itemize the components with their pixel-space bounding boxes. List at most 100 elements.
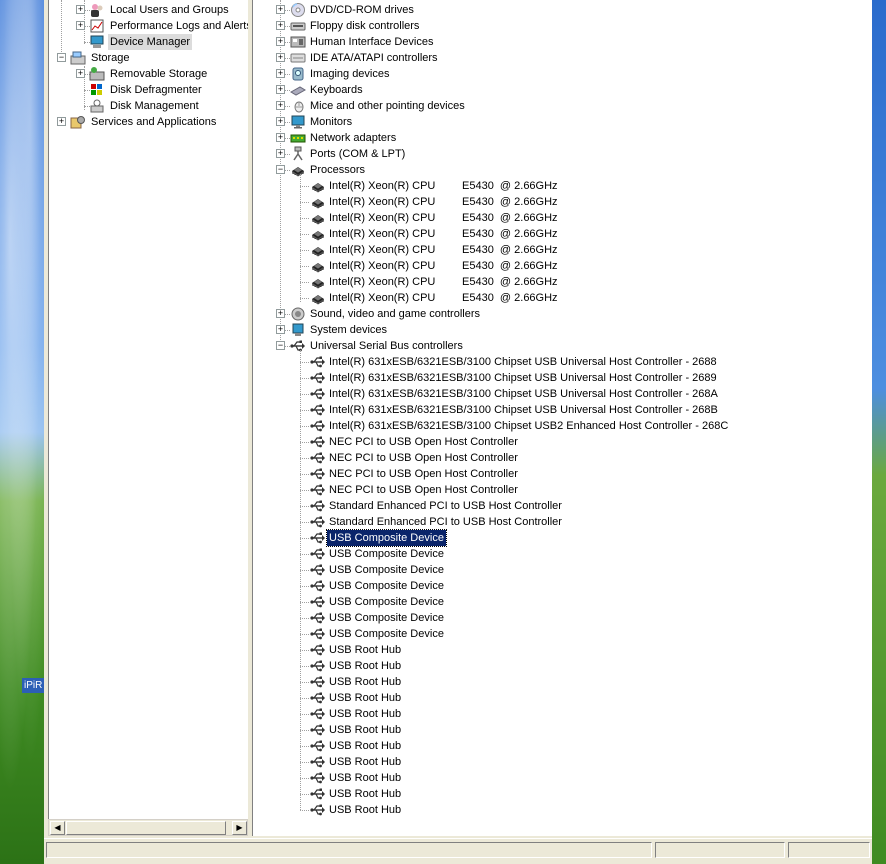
console-tree-item-disk-management[interactable]: Disk Management — [49, 98, 248, 114]
expand-plus-icon[interactable]: + — [276, 149, 285, 158]
console-tree-item-device-manager[interactable]: Device Manager — [49, 34, 248, 50]
processor-item[interactable]: Intel(R) Xeon(R) CPU E5430 @ 2.66GHz — [253, 194, 872, 210]
horizontal-scrollbar[interactable]: ◀ ▶ — [48, 819, 248, 836]
collapse-minus-icon[interactable]: − — [57, 53, 66, 62]
device-category-universal-serial-bus-controllers[interactable]: − Universal Serial Bus controllers — [253, 338, 872, 354]
expand-plus-icon[interactable]: + — [276, 117, 285, 126]
scroll-thumb[interactable] — [66, 821, 226, 835]
usb-device-item[interactable]: Intel(R) 631xESB/6321ESB/3100 Chipset US… — [253, 386, 872, 402]
usb-device-item[interactable]: Intel(R) 631xESB/6321ESB/3100 Chipset US… — [253, 370, 872, 386]
console-tree-item-performance-logs-and-alerts[interactable]: + Performance Logs and Alerts — [49, 18, 248, 34]
usb-device-item[interactable]: Intel(R) 631xESB/6321ESB/3100 Chipset US… — [253, 402, 872, 418]
expand-plus-icon[interactable]: + — [276, 309, 285, 318]
usb-device-item[interactable]: NEC PCI to USB Open Host Controller — [253, 466, 872, 482]
device-category-ide-ata-atapi-controllers[interactable]: + IDE ATA/ATAPI controllers — [253, 50, 872, 66]
device-category-human-interface-devices[interactable]: + Human Interface Devices — [253, 34, 872, 50]
device-category-floppy-disk-controllers[interactable]: + Floppy disk controllers — [253, 18, 872, 34]
expand-plus-icon[interactable]: + — [276, 85, 285, 94]
expand-plus-icon[interactable]: + — [276, 5, 285, 14]
device-category-network-adapters[interactable]: + Network adapters — [253, 130, 872, 146]
usb-device-item[interactable]: USB Root Hub — [253, 658, 872, 674]
usb-device-item[interactable]: USB Composite Device — [253, 562, 872, 578]
processor-icon — [310, 226, 326, 242]
usb-device-item[interactable]: USB Root Hub — [253, 770, 872, 786]
usb-device-item[interactable]: NEC PCI to USB Open Host Controller — [253, 434, 872, 450]
tree-item-label: USB Composite Device — [329, 628, 444, 640]
console-tree-pane[interactable]: + Local Users and Groups + Performance Logs… — [48, 0, 249, 819]
usb-icon — [310, 386, 326, 402]
device-category-processors[interactable]: − Processors — [253, 162, 872, 178]
device-category-ports-com-lpt-[interactable]: + Ports (COM & LPT) — [253, 146, 872, 162]
usb-device-item[interactable]: Intel(R) 631xESB/6321ESB/3100 Chipset US… — [253, 354, 872, 370]
usb-icon — [310, 610, 326, 626]
usb-device-item[interactable]: USB Composite Device — [253, 578, 872, 594]
expand-plus-icon[interactable]: + — [76, 21, 85, 30]
usb-device-item[interactable]: NEC PCI to USB Open Host Controller — [253, 450, 872, 466]
desktop-icon-label[interactable]: iPiR — [22, 678, 44, 693]
device-category-monitors[interactable]: + Monitors — [253, 114, 872, 130]
usb-device-item[interactable]: USB Root Hub — [253, 754, 872, 770]
device-category-keyboards[interactable]: + Keyboards — [253, 82, 872, 98]
device-category-imaging-devices[interactable]: + Imaging devices — [253, 66, 872, 82]
processor-model-label: E5430 @ 2.66GHz — [462, 260, 558, 272]
expand-plus-icon[interactable]: + — [57, 117, 66, 126]
processor-item[interactable]: Intel(R) Xeon(R) CPU E5430 @ 2.66GHz — [253, 242, 872, 258]
usb-device-item[interactable]: USB Composite Device — [253, 529, 872, 547]
usb-device-item[interactable]: USB Root Hub — [253, 738, 872, 754]
usb-icon — [310, 626, 326, 642]
processor-model-label: E5430 @ 2.66GHz — [462, 180, 558, 192]
expand-plus-icon[interactable]: + — [276, 133, 285, 142]
scroll-left-button[interactable]: ◀ — [50, 821, 65, 835]
expand-plus-icon[interactable]: + — [276, 21, 285, 30]
processor-model-label: E5430 @ 2.66GHz — [462, 292, 558, 304]
expand-plus-icon[interactable]: + — [276, 325, 285, 334]
usb-device-item[interactable]: USB Composite Device — [253, 610, 872, 626]
usb-device-item[interactable]: USB Root Hub — [253, 674, 872, 690]
usb-device-item[interactable]: USB Composite Device — [253, 546, 872, 562]
device-category-system-devices[interactable]: + System devices — [253, 322, 872, 338]
expand-plus-icon[interactable]: + — [276, 37, 285, 46]
expand-plus-icon[interactable]: + — [276, 69, 285, 78]
processor-model-label: E5430 @ 2.66GHz — [462, 228, 558, 240]
scroll-right-button[interactable]: ▶ — [232, 821, 247, 835]
tree-item-label: Processors — [310, 164, 366, 176]
expand-plus-icon[interactable]: + — [76, 69, 85, 78]
usb-device-item[interactable]: USB Root Hub — [253, 642, 872, 658]
tree-item-label: NEC PCI to USB Open Host Controller — [329, 484, 518, 496]
processor-icon — [310, 242, 326, 258]
usb-device-item[interactable]: USB Root Hub — [253, 690, 872, 706]
usb-device-item[interactable]: USB Root Hub — [253, 722, 872, 738]
expand-plus-icon[interactable]: + — [276, 53, 285, 62]
expand-plus-icon[interactable]: + — [276, 101, 285, 110]
console-tree-item-disk-defragmenter[interactable]: Disk Defragmenter — [49, 82, 248, 98]
usb-device-item[interactable]: NEC PCI to USB Open Host Controller — [253, 482, 872, 498]
processor-item[interactable]: Intel(R) Xeon(R) CPU E5430 @ 2.66GHz — [253, 274, 872, 290]
processor-item[interactable]: Intel(R) Xeon(R) CPU E5430 @ 2.66GHz — [253, 290, 872, 306]
console-tree-item-removable-storage[interactable]: + Removable Storage — [49, 66, 248, 82]
console-tree-item-storage[interactable]: − Storage — [49, 50, 248, 66]
usb-device-item[interactable]: USB Composite Device — [253, 626, 872, 642]
usb-device-item[interactable]: USB Composite Device — [253, 594, 872, 610]
tree-item-label: USB Root Hub — [329, 756, 402, 768]
usb-device-item[interactable]: Intel(R) 631xESB/6321ESB/3100 Chipset US… — [253, 418, 872, 434]
device-tree-pane[interactable]: + DVD/CD-ROM drives + Floppy disk controlle… — [252, 0, 872, 836]
usb-device-item[interactable]: USB Root Hub — [253, 706, 872, 722]
console-tree-item-local-users-and-groups[interactable]: + Local Users and Groups — [49, 2, 248, 18]
processor-item[interactable]: Intel(R) Xeon(R) CPU E5430 @ 2.66GHz — [253, 258, 872, 274]
processor-item[interactable]: Intel(R) Xeon(R) CPU E5430 @ 2.66GHz — [253, 210, 872, 226]
processor-item[interactable]: Intel(R) Xeon(R) CPU E5430 @ 2.66GHz — [253, 226, 872, 242]
usb-device-item[interactable]: USB Root Hub — [253, 802, 872, 818]
collapse-minus-icon[interactable]: − — [276, 341, 285, 350]
expand-plus-icon[interactable]: + — [76, 5, 85, 14]
device-category-sound-video-and-game-controllers[interactable]: + Sound, video and game controllers — [253, 306, 872, 322]
usb-device-item[interactable]: Standard Enhanced PCI to USB Host Contro… — [253, 514, 872, 530]
tree-item-label: Intel(R) Xeon(R) CPU — [329, 244, 436, 256]
usb-device-item[interactable]: USB Root Hub — [253, 786, 872, 802]
device-category-mice-and-other-pointing-devices[interactable]: + Mice and other pointing devices — [253, 98, 872, 114]
device-category-dvd-cd-rom-drives[interactable]: + DVD/CD-ROM drives — [253, 2, 872, 18]
usb-icon — [310, 690, 326, 706]
collapse-minus-icon[interactable]: − — [276, 165, 285, 174]
console-tree-item-services-and-applications[interactable]: + Services and Applications — [49, 114, 248, 130]
usb-device-item[interactable]: Standard Enhanced PCI to USB Host Contro… — [253, 498, 872, 514]
processor-item[interactable]: Intel(R) Xeon(R) CPU E5430 @ 2.66GHz — [253, 178, 872, 194]
